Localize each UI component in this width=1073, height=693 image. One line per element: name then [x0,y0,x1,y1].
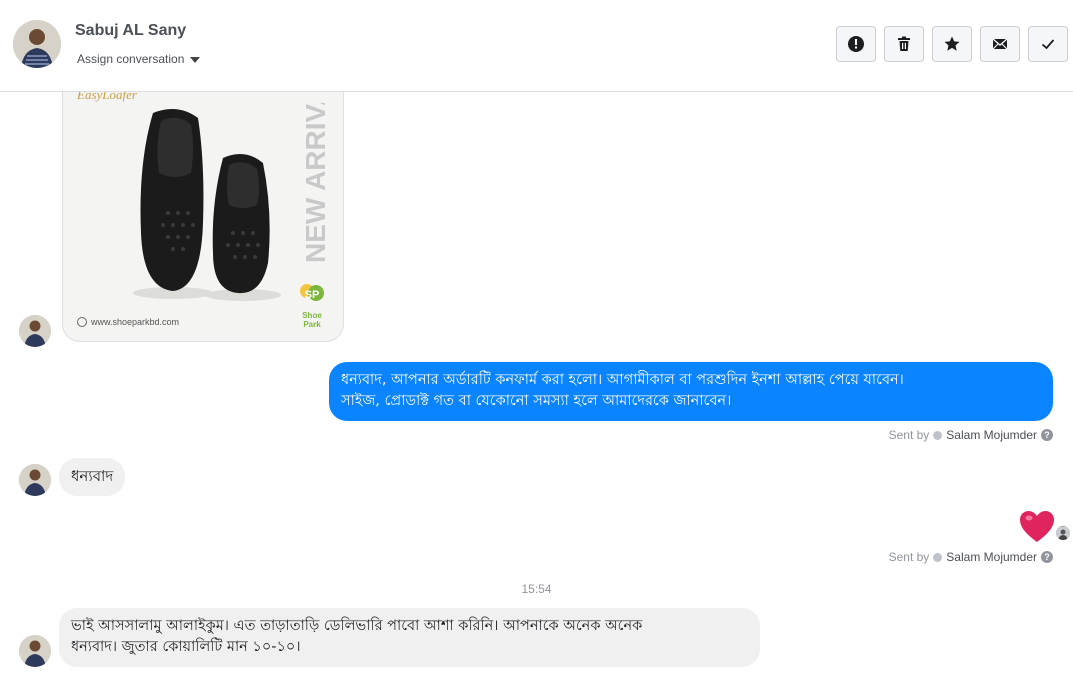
heart-emoji-message[interactable] [1019,510,1055,544]
contact-avatar-small[interactable] [19,635,51,667]
incoming-message[interactable]: ভাই আসসালামু আলাইকুম। এত তাড়াতাড়ি ডেলি… [59,608,760,667]
message-timestamp: 15:54 [521,582,552,596]
contact-avatar[interactable] [13,20,61,68]
shoe-park-logo: SP Shoe Park [295,281,329,329]
logo-text: Shoe Park [302,311,322,329]
product-image-message[interactable]: EasyLoafer NEW ARRIVAL www.shoeparkbd.co… [62,92,344,342]
message-line: ধন্যবাদ। জুতার কোয়ালিটি মান ১০-১০। [71,639,301,655]
star-button[interactable] [932,26,972,62]
sent-by-info: Sent by Salam Mojumder ? [889,550,1053,564]
sent-by-info: Sent by Salam Mojumder ? [889,428,1053,442]
globe-icon [77,317,87,327]
loafer-shoes-image [133,109,281,301]
outgoing-message[interactable]: ধন্যবাদ, আপনার অর্ডারটি কনফার্ম করা হলো।… [329,362,1053,421]
assign-conversation-label: Assign conversation [77,52,185,66]
conversation-header: Sabuj AL Sany Assign conversation [0,0,1073,92]
page-check-icon [933,552,943,562]
message-line: ভাই আসসালামু আলাইকুম। এত তাড়াতাড়ি ডেলি… [71,618,643,634]
star-icon [944,36,960,51]
exclamation-circle-icon [848,36,864,52]
header-actions [836,26,1068,62]
svg-text:NEW ARRIVAL: NEW ARRIVAL [303,103,331,263]
sender-name: Salam Mojumder [946,550,1037,564]
product-brand-text: EasyLoafer [77,92,137,102]
check-icon [1041,39,1055,50]
incoming-message[interactable]: ধন্যবাদ [59,458,126,496]
help-icon[interactable]: ? [1041,429,1053,441]
mark-done-button[interactable] [1028,26,1068,62]
envelope-icon [992,38,1008,50]
svg-text:SP: SP [305,289,320,301]
new-arrival-badge: NEW ARRIVAL [303,103,331,263]
sent-by-prefix: Sent by [888,428,930,442]
sent-by-prefix: Sent by [888,550,930,564]
contact-name: Sabuj AL Sany [75,22,187,39]
message-thread[interactable]: EasyLoafer NEW ARRIVAL www.shoeparkbd.co… [0,92,1073,693]
help-icon[interactable]: ? [1041,551,1053,563]
sender-name: Salam Mojumder [946,428,1037,442]
mark-spam-button[interactable] [836,26,876,62]
assign-conversation-dropdown[interactable]: Assign conversation [77,52,201,66]
product-url-text: www.shoeparkbd.com [91,317,180,327]
delete-button[interactable] [884,26,924,62]
read-receipt-avatar [1056,526,1070,540]
contact-avatar-small[interactable] [19,315,51,347]
contact-avatar-small[interactable] [19,464,51,496]
page-check-icon [933,430,943,440]
caret-down-icon [190,57,201,63]
message-line: সাইজ, প্রোডাক্ট গত বা যেকোনো সমস্যা হলে … [341,393,732,409]
mark-unread-button[interactable] [980,26,1020,62]
trash-icon [898,36,910,51]
message-line: ধন্যবাদ, আপনার অর্ডারটি কনফার্ম করা হলো।… [341,372,904,388]
